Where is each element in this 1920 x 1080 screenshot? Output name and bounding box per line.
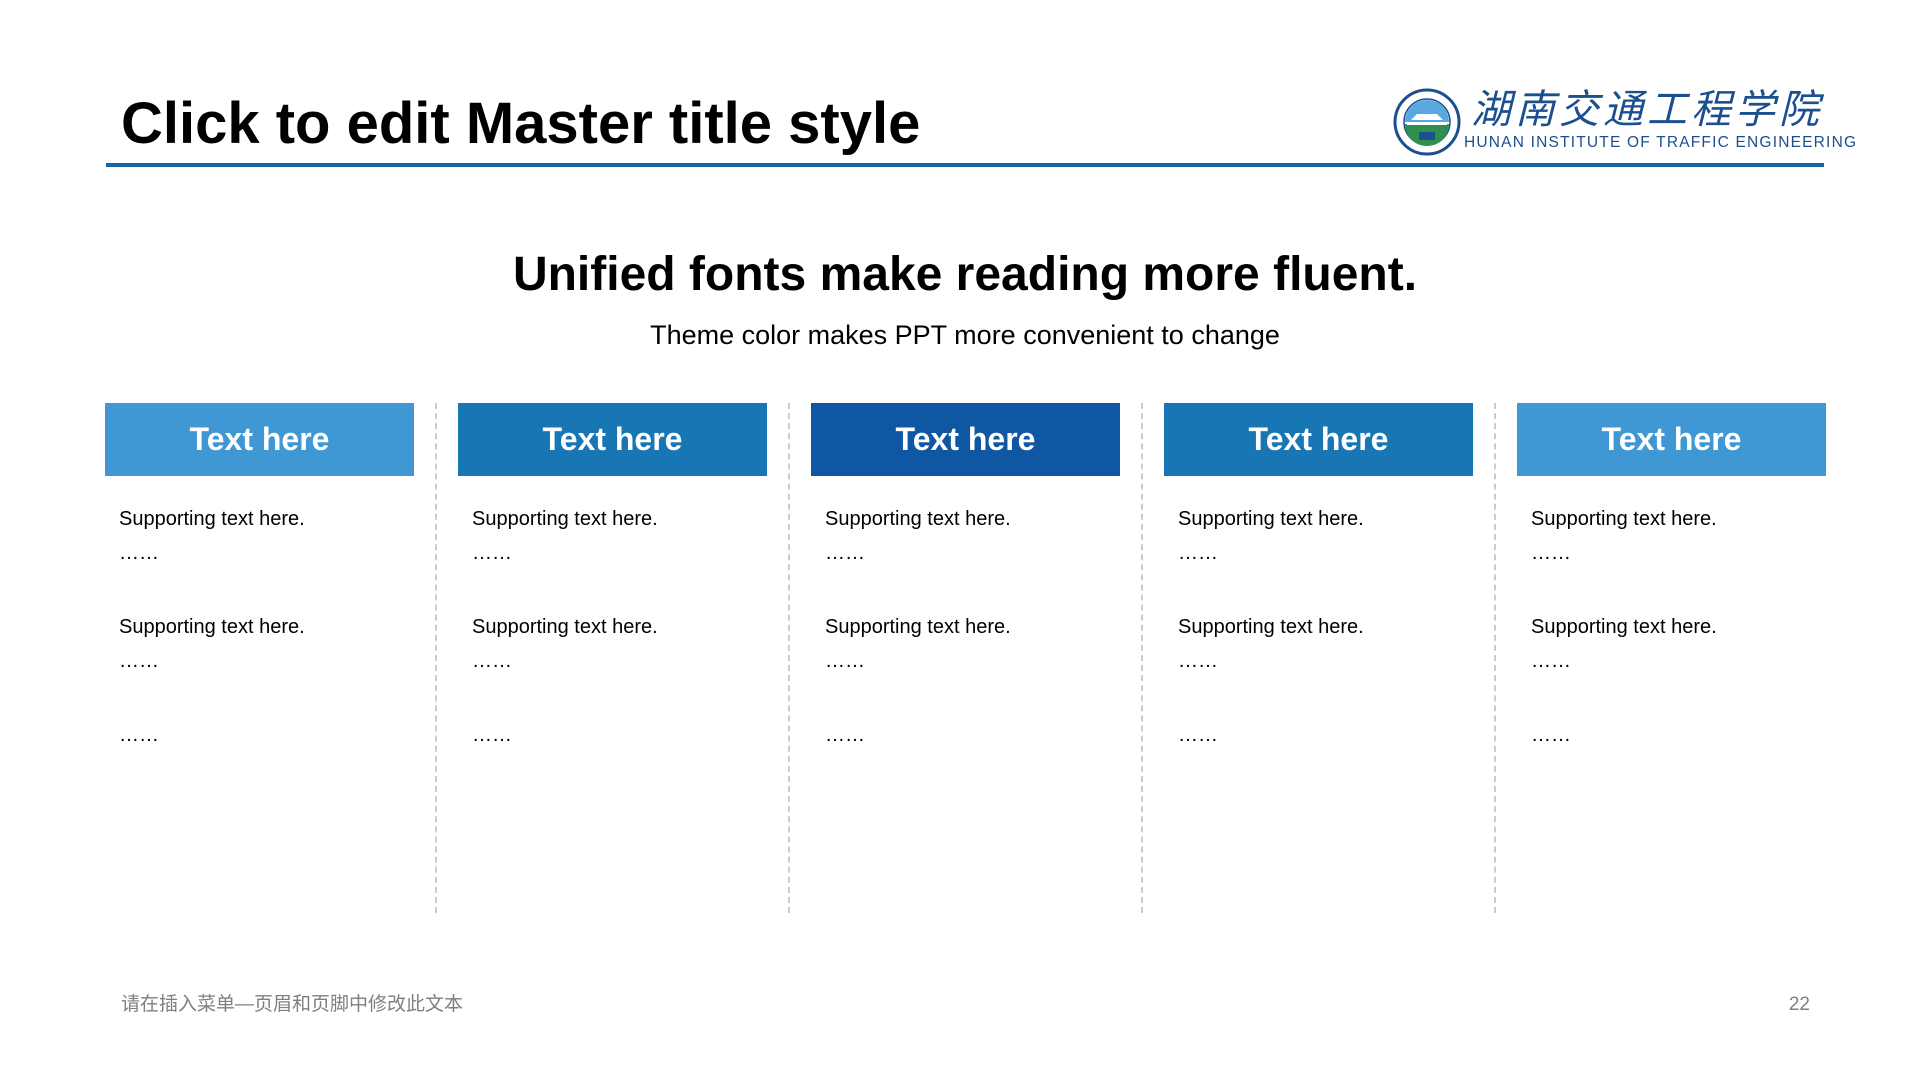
slide: Click to edit Master title style 湖南交通工程学… <box>0 0 1920 1080</box>
column-line[interactable]: …… <box>1178 541 1218 565</box>
column-line[interactable]: …… <box>825 649 865 673</box>
column-line[interactable]: …… <box>825 723 865 747</box>
column-line[interactable]: …… <box>472 541 512 565</box>
column-line[interactable]: Supporting text here. <box>119 615 305 639</box>
page-number: 22 <box>1788 994 1810 1015</box>
column-divider <box>788 403 790 913</box>
column-header-4[interactable]: Text here <box>1164 403 1473 476</box>
column-line[interactable]: …… <box>119 649 159 673</box>
column-line[interactable]: Supporting text here. <box>825 615 1011 639</box>
column-line[interactable]: …… <box>1531 541 1571 565</box>
column-divider <box>1141 403 1143 913</box>
institute-name-english: HUNAN INSTITUTE OF TRAFFIC ENGINEERING <box>1464 134 1858 151</box>
column-line[interactable]: …… <box>1531 649 1571 673</box>
column-line[interactable]: Supporting text here. <box>119 507 305 531</box>
column-line[interactable]: …… <box>825 541 865 565</box>
column-divider <box>1494 403 1496 913</box>
institute-logo: 湖南交通工程学院 HUNAN INSTITUTE OF TRAFFIC ENGI… <box>1393 86 1856 158</box>
column-line[interactable]: …… <box>1178 723 1218 747</box>
column-line[interactable]: …… <box>472 723 512 747</box>
footer-text[interactable]: 请在插入菜单—页眉和页脚中修改此文本 <box>121 993 463 1017</box>
headline[interactable]: Unified fonts make reading more fluent. <box>0 246 1920 304</box>
column-line[interactable]: Supporting text here. <box>1531 507 1717 531</box>
content-column-4: Text here Supporting text here. …… Suppo… <box>1164 403 1473 746</box>
subheadline[interactable]: Theme color makes PPT more convenient to… <box>0 318 1920 352</box>
column-divider <box>435 403 437 913</box>
column-line[interactable]: …… <box>472 649 512 673</box>
content-column-1: Text here Supporting text here. …… Suppo… <box>105 403 414 746</box>
content-column-2: Text here Supporting text here. …… Suppo… <box>458 403 767 746</box>
column-line[interactable]: Supporting text here. <box>472 507 658 531</box>
column-line[interactable]: Supporting text here. <box>1178 615 1364 639</box>
title-underline <box>106 163 1824 167</box>
column-line[interactable]: …… <box>1531 723 1571 747</box>
content-column-3: Text here Supporting text here. …… Suppo… <box>811 403 1120 746</box>
column-line[interactable]: …… <box>119 723 159 747</box>
institute-emblem-icon <box>1393 88 1461 156</box>
column-header-5[interactable]: Text here <box>1517 403 1826 476</box>
master-title[interactable]: Click to edit Master title style <box>121 88 920 160</box>
column-line[interactable]: Supporting text here. <box>1531 615 1717 639</box>
content-column-5: Text here Supporting text here. …… Suppo… <box>1517 403 1826 746</box>
column-line[interactable]: Supporting text here. <box>1178 507 1364 531</box>
column-header-2[interactable]: Text here <box>458 403 767 476</box>
institute-name-chinese: 湖南交通工程学院 <box>1471 87 1823 133</box>
column-line[interactable]: …… <box>119 541 159 565</box>
column-line[interactable]: Supporting text here. <box>472 615 658 639</box>
column-header-1[interactable]: Text here <box>105 403 414 476</box>
column-line[interactable]: …… <box>1178 649 1218 673</box>
column-header-3[interactable]: Text here <box>811 403 1120 476</box>
column-line[interactable]: Supporting text here. <box>825 507 1011 531</box>
